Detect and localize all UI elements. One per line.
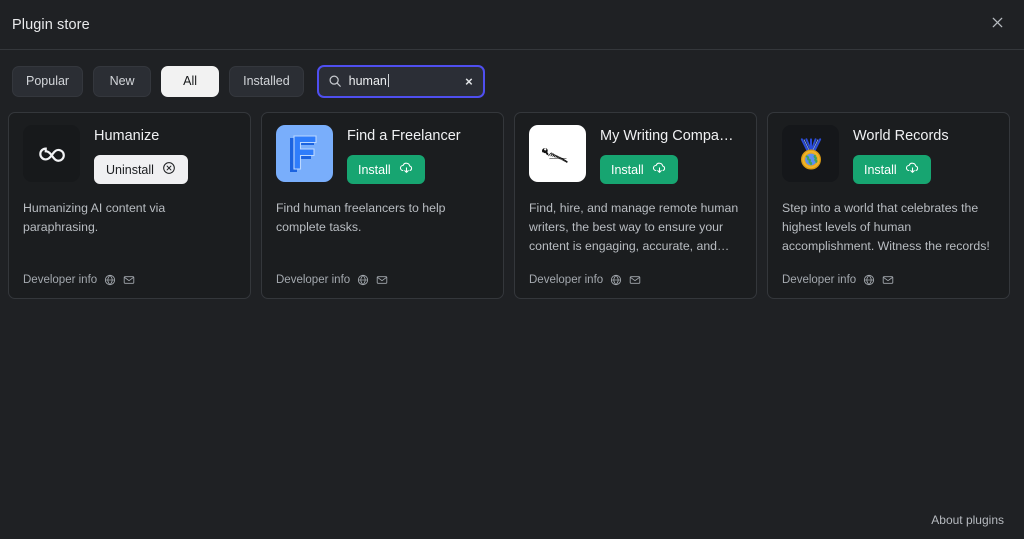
plugin-title: My Writing Compa… <box>600 128 734 144</box>
close-icon <box>990 15 1005 35</box>
plugin-card-header: Humanize Uninstall <box>23 125 236 184</box>
plugin-card-info: World Records Install <box>853 125 995 184</box>
circle-x-icon <box>162 161 176 178</box>
close-button[interactable] <box>980 8 1014 42</box>
install-button-label: Install <box>864 162 897 177</box>
cloud-download-icon <box>905 161 920 179</box>
plugin-card-info: My Writing Compa… Install <box>600 125 742 184</box>
uninstall-button[interactable]: Uninstall <box>94 155 188 184</box>
filter-chip-popular[interactable]: Popular <box>12 65 84 97</box>
plugin-description: Step into a world that celebrates the hi… <box>782 201 990 253</box>
globe-icon[interactable] <box>610 274 622 286</box>
filter-chip-installed[interactable]: Installed <box>229 65 304 97</box>
page-title: Plugin store <box>12 16 90 33</box>
plugin-card-header: Find a Freelancer Install <box>276 125 489 184</box>
mail-icon[interactable] <box>376 274 388 286</box>
plugin-card[interactable]: Find a Freelancer Install Find human fre… <box>261 112 504 299</box>
cloud-download-icon <box>399 161 414 179</box>
globe-icon[interactable] <box>104 274 116 286</box>
plugin-card[interactable]: My Writing Compa… Install Find, hire, an… <box>514 112 757 299</box>
globe-icon[interactable] <box>357 274 369 286</box>
plugin-card-info: Find a Freelancer Install <box>347 125 489 184</box>
cloud-download-icon <box>652 161 667 179</box>
plugin-title: Find a Freelancer <box>347 128 461 144</box>
footer: About plugins <box>0 513 1024 539</box>
text-cursor <box>387 73 389 87</box>
plugin-card[interactable]: World Records Install Step into a world … <box>767 112 1010 299</box>
plugin-card-info: Humanize Uninstall <box>94 125 236 184</box>
search-box[interactable]: human × <box>316 64 485 98</box>
developer-info-row: Developer info <box>23 274 135 286</box>
plugin-description: Find human freelancers to help complete … <box>276 201 446 234</box>
plugin-card[interactable]: Humanize Uninstall Humanizing AI content… <box>8 112 251 299</box>
plugin-card-header: World Records Install <box>782 125 995 184</box>
search-input[interactable]: human <box>349 67 456 96</box>
developer-info-label: Developer info <box>782 274 857 286</box>
install-button[interactable]: Install <box>853 155 931 184</box>
plugin-description: Humanizing AI content via paraphrasing. <box>23 201 166 234</box>
plugin-title: Humanize <box>94 128 160 144</box>
about-plugins-link[interactable]: About plugins <box>931 513 1004 527</box>
plugin-description: Find, hire, and manage remote human writ… <box>529 201 739 253</box>
search-input-value: human <box>348 73 387 88</box>
install-button-label: Install <box>358 162 391 177</box>
install-button-label: Install <box>611 162 644 177</box>
developer-info-row: Developer info <box>529 274 641 286</box>
uninstall-button-label: Uninstall <box>106 162 154 177</box>
filter-chip-all[interactable]: All <box>161 65 220 97</box>
filter-chip-new[interactable]: New <box>93 65 152 97</box>
install-button[interactable]: Install <box>347 155 425 184</box>
search-icon <box>328 74 342 88</box>
mail-icon[interactable] <box>123 274 135 286</box>
developer-info-label: Developer info <box>23 274 98 286</box>
mail-icon[interactable] <box>629 274 641 286</box>
plugin-store-window: Plugin store Popular New All Installed h… <box>0 0 1024 539</box>
infinity-icon <box>23 125 80 182</box>
developer-info-label: Developer info <box>529 274 604 286</box>
developer-info-row: Developer info <box>276 274 388 286</box>
globe-icon[interactable] <box>863 274 875 286</box>
find-writers-online-logo-icon <box>529 125 586 182</box>
plugin-title: World Records <box>853 128 949 144</box>
filter-toolbar: Popular New All Installed human × <box>0 50 1024 112</box>
letter-f-logo-icon <box>276 125 333 182</box>
clear-icon[interactable]: × <box>463 73 475 90</box>
developer-info-row: Developer info <box>782 274 894 286</box>
mail-icon[interactable] <box>882 274 894 286</box>
window-titlebar: Plugin store <box>0 0 1024 50</box>
install-button[interactable]: Install <box>600 155 678 184</box>
plugin-card-grid: Humanize Uninstall Humanizing AI content… <box>0 112 1024 299</box>
plugin-card-header: My Writing Compa… Install <box>529 125 742 184</box>
developer-info-label: Developer info <box>276 274 351 286</box>
medal-globe-icon <box>782 125 839 182</box>
